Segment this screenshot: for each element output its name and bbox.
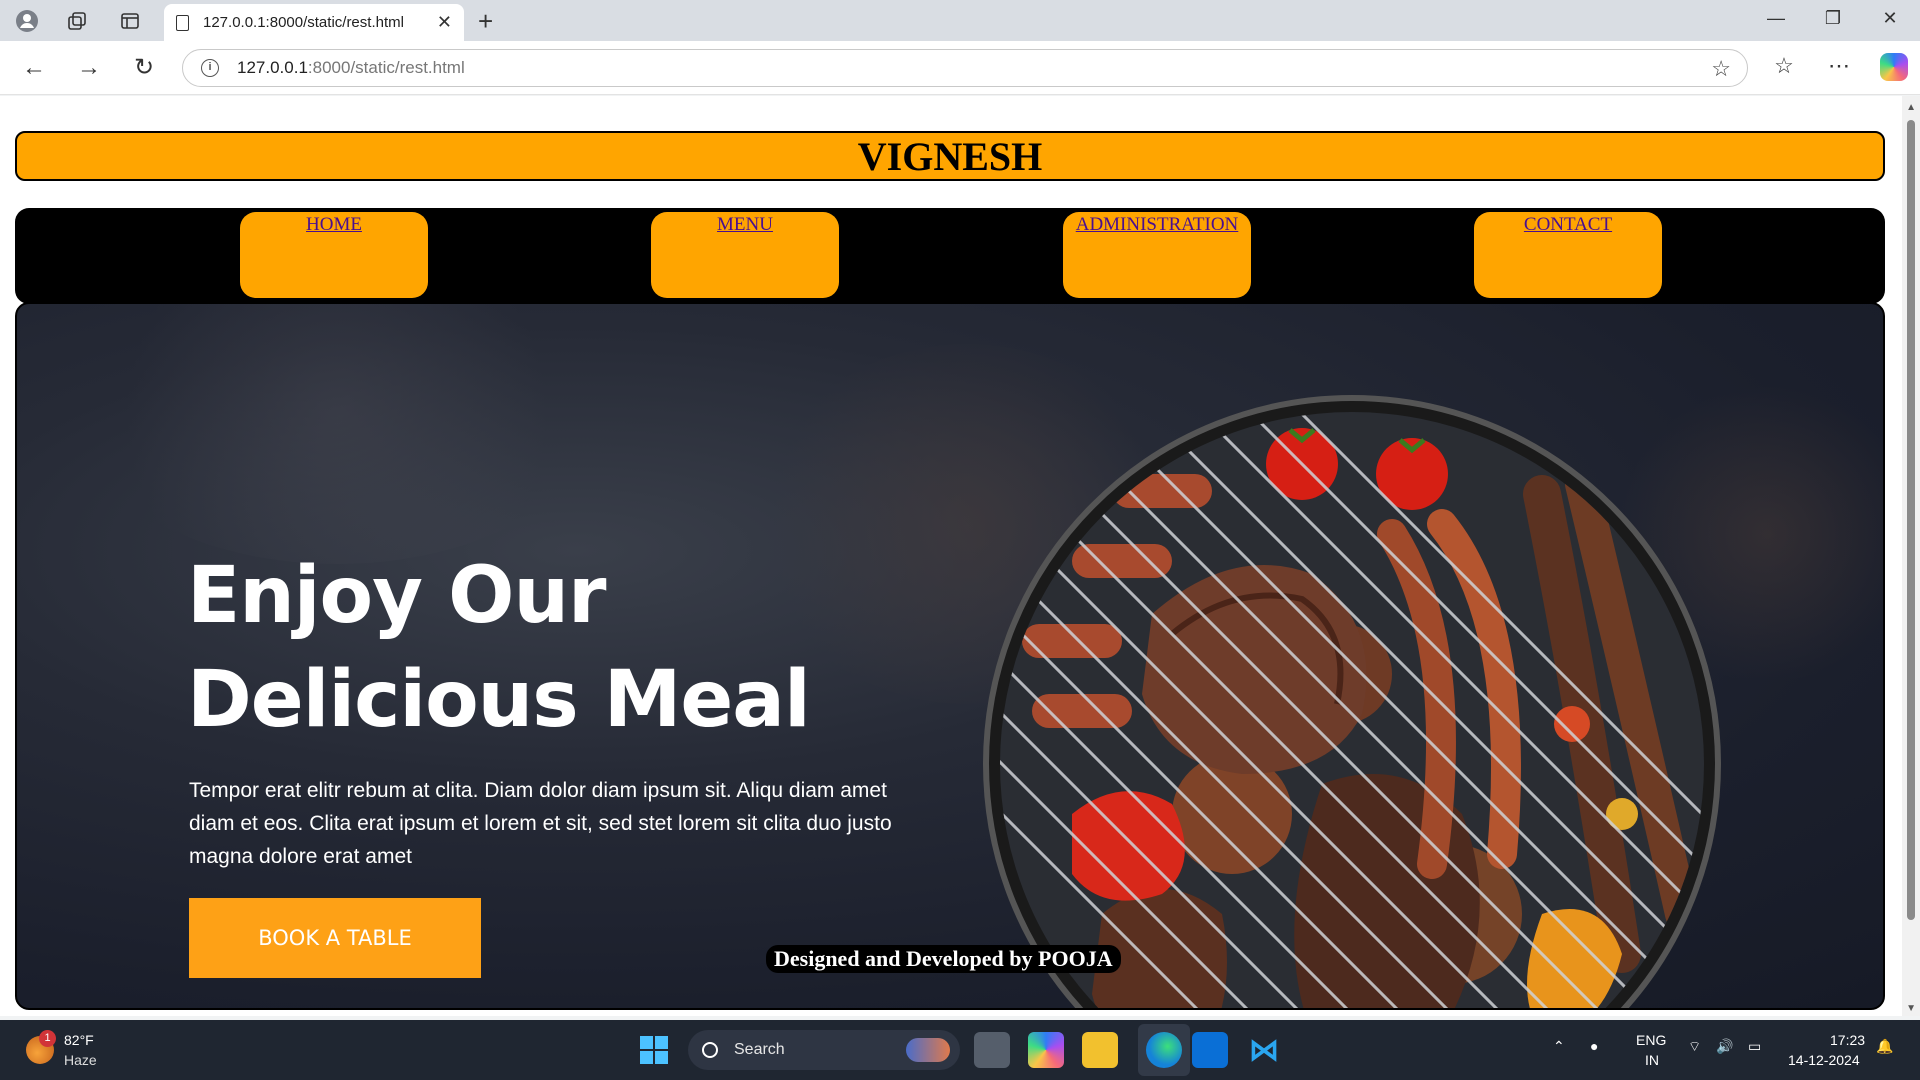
hero-heading: Enjoy Our Delicious Meal — [187, 544, 887, 752]
notification-badge: 1 — [39, 1030, 56, 1047]
microsoft-store-icon[interactable] — [1192, 1032, 1228, 1068]
close-window-icon[interactable]: ✕ — [1870, 8, 1910, 29]
url-path: :8000/static/rest.html — [307, 58, 465, 77]
site-info-icon[interactable]: i — [201, 59, 219, 77]
start-icon[interactable] — [640, 1036, 668, 1064]
clock-time[interactable]: 17:23 — [1830, 1032, 1865, 1048]
minimize-icon[interactable]: — — [1756, 8, 1796, 29]
weather-condition[interactable]: Haze — [64, 1052, 97, 1068]
language-indicator[interactable]: ENG — [1636, 1032, 1666, 1048]
url-field[interactable]: i 127.0.0.1:8000/static/rest.html ☆ — [182, 49, 1748, 87]
page-scrollbar[interactable]: ▲ ▼ — [1902, 96, 1920, 1016]
hero-heading-line: Enjoy Our — [187, 551, 606, 641]
restore-icon[interactable]: ❐ — [1813, 8, 1853, 29]
tab-title: 127.0.0.1:8000/static/rest.html — [203, 14, 404, 31]
forward-icon[interactable]: → — [73, 53, 105, 85]
more-options-icon[interactable]: ⋯ — [1823, 53, 1855, 79]
hero-section: Enjoy Our Delicious Meal Tempor erat eli… — [15, 302, 1885, 1010]
copilot-app-icon[interactable] — [1028, 1032, 1064, 1068]
nav-item-administration[interactable]: ADMINISTRATION — [1063, 212, 1251, 298]
url-host: 127.0.0.1 — [237, 58, 308, 77]
task-view-icon[interactable] — [974, 1032, 1010, 1068]
scroll-thumb[interactable] — [1907, 120, 1915, 920]
edge-browser-icon[interactable] — [1146, 1032, 1182, 1068]
nav-link-menu[interactable]: MENU — [717, 214, 773, 235]
hero-heading-line: Delicious Meal — [187, 655, 811, 745]
page-viewport: VIGNESH HOME MENU ADMINISTRATION CONTACT — [0, 96, 1920, 1016]
nav-link-home[interactable]: HOME — [306, 214, 362, 235]
notification-bell-icon[interactable]: 🔔 — [1876, 1038, 1893, 1055]
footer-credit: Designed and Developed by POOJA — [766, 945, 1121, 973]
chevron-up-icon[interactable]: ⌃ — [1553, 1038, 1565, 1055]
hero-background-shape — [77, 304, 597, 564]
back-icon[interactable]: ← — [18, 53, 50, 85]
file-explorer-icon[interactable] — [1082, 1032, 1118, 1068]
nav-item-home[interactable]: HOME — [240, 212, 428, 298]
hero-description: Tempor erat elitr rebum at clita. Diam d… — [189, 779, 892, 868]
copilot-icon[interactable] — [1880, 53, 1908, 81]
wifi-icon[interactable]: ⌔ — [1688, 1038, 1701, 1056]
clock-date[interactable]: 14-12-2024 — [1788, 1052, 1860, 1068]
volume-icon[interactable]: 🔊 — [1716, 1038, 1733, 1055]
taskbar-search[interactable]: Search — [688, 1030, 960, 1070]
browser-tab-bar: 127.0.0.1:8000/static/rest.html ✕ + — ❐ … — [0, 0, 1920, 41]
book-a-table-button[interactable]: BOOK A TABLE — [189, 898, 481, 978]
active-tab[interactable]: 127.0.0.1:8000/static/rest.html ✕ — [164, 4, 464, 41]
search-icon — [702, 1042, 718, 1058]
network-error-icon[interactable]: ● — [1590, 1038, 1598, 1054]
collections-icon[interactable] — [64, 8, 90, 34]
document-icon — [176, 14, 189, 31]
site-header: VIGNESH — [15, 131, 1885, 181]
search-label: Search — [734, 1041, 785, 1058]
nav-item-menu[interactable]: MENU — [651, 212, 839, 298]
scroll-up-icon[interactable]: ▲ — [1906, 102, 1916, 113]
profile-icon[interactable] — [14, 8, 40, 34]
search-highlight-icon — [906, 1038, 950, 1062]
nav-link-contact[interactable]: CONTACT — [1524, 214, 1612, 235]
address-bar-row: ← → ↻ i 127.0.0.1:8000/static/rest.html … — [0, 41, 1920, 95]
windows-taskbar: 1 82°F Haze Search ⋈ ⌃ ● ENG IN ⌔ 🔊 ▭ 17… — [0, 1020, 1920, 1080]
new-tab-icon[interactable]: + — [478, 6, 493, 37]
close-tab-icon[interactable]: ✕ — [437, 12, 452, 33]
scroll-down-icon[interactable]: ▼ — [1906, 1003, 1916, 1014]
favorite-star-icon[interactable]: ☆ — [1711, 56, 1731, 82]
vscode-icon[interactable]: ⋈ — [1246, 1032, 1282, 1068]
grill-image — [983, 395, 1721, 1008]
tab-actions-icon[interactable] — [117, 8, 143, 34]
battery-icon[interactable]: ▭ — [1748, 1038, 1761, 1055]
favorites-icon[interactable]: ☆ — [1768, 53, 1800, 79]
nav-link-administration[interactable]: ADMINISTRATION — [1076, 214, 1239, 235]
region-indicator[interactable]: IN — [1645, 1052, 1659, 1068]
site-title: VIGNESH — [857, 133, 1043, 179]
reload-icon[interactable]: ↻ — [128, 53, 160, 85]
nav-item-contact[interactable]: CONTACT — [1474, 212, 1662, 298]
site-nav: HOME MENU ADMINISTRATION CONTACT — [15, 208, 1885, 304]
weather-temperature[interactable]: 82°F — [64, 1032, 94, 1048]
